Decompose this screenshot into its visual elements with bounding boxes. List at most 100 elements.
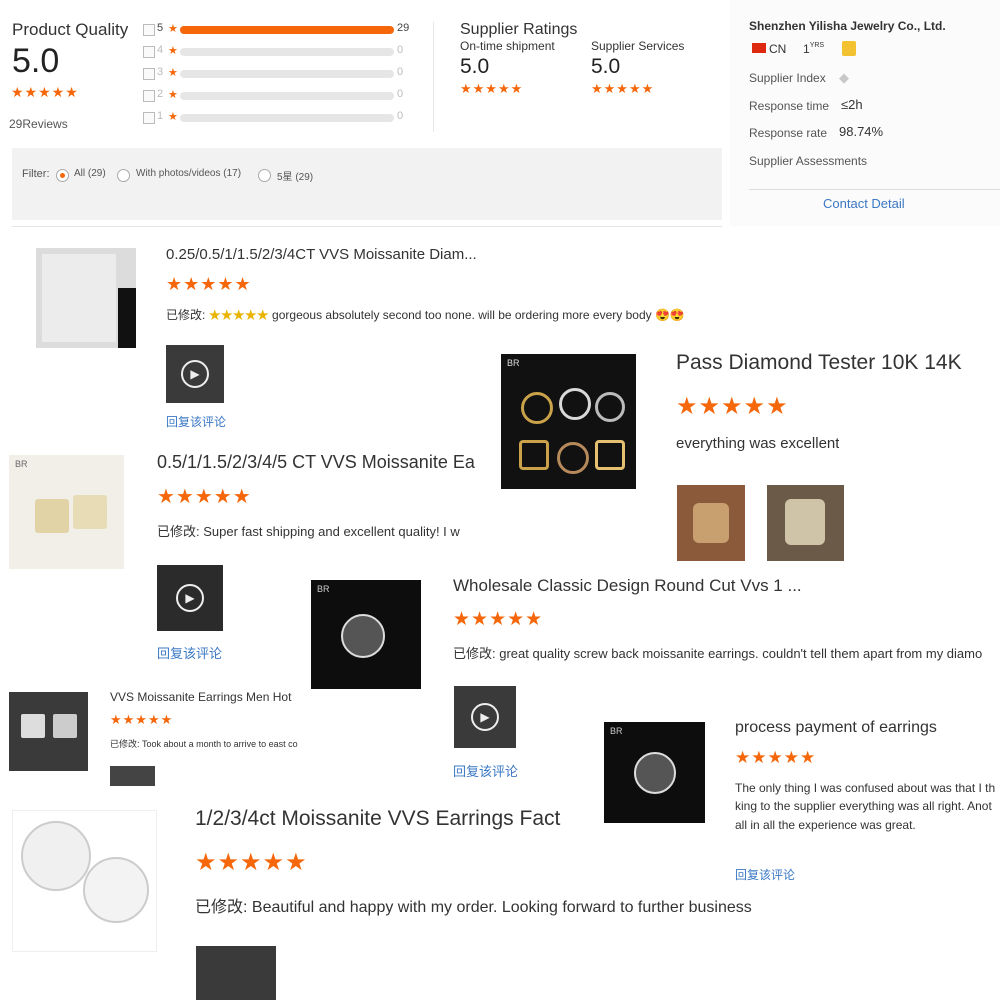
rating-star-label: 4 <box>157 44 164 56</box>
play-icon: ▶ <box>176 584 204 612</box>
review-text: everything was excellent <box>676 435 840 452</box>
response-rate-label: Response rate <box>749 126 828 140</box>
diamond-icon: ◆ <box>839 70 849 85</box>
response-time-value: ≤2h <box>841 97 863 112</box>
country-code: CN <box>769 42 787 56</box>
review-video-thumbnail[interactable]: ▶ <box>166 345 224 403</box>
brand-logo: BR <box>317 584 330 594</box>
rating-count: 0 <box>397 88 404 100</box>
product-thumbnail[interactable]: BR <box>9 455 124 569</box>
filter-all-radio[interactable] <box>56 169 69 182</box>
response-rate-value: 98.74% <box>839 124 884 139</box>
rating-bar <box>180 92 394 100</box>
product-quality-stars: ★★★★★ <box>11 84 79 100</box>
review-text: 已修改: ★★★★★ gorgeous absolutely second to… <box>166 308 685 322</box>
supplier-index-label: Supplier Index <box>749 71 826 85</box>
product-quality-score: 5.0 <box>12 42 60 80</box>
review-video-thumbnail[interactable] <box>110 766 155 786</box>
supplier-ratings-title: Supplier Ratings <box>460 21 578 38</box>
rating-filter-checkbox[interactable] <box>143 46 155 58</box>
review-photo[interactable] <box>767 485 844 561</box>
response-time-label: Response time <box>749 99 830 113</box>
product-thumbnail[interactable]: BR <box>501 354 636 489</box>
supplier-assessments-label[interactable]: Supplier Assessments <box>749 154 867 168</box>
review-text: 已修改: Beautiful and happy with my order. … <box>195 899 752 916</box>
star-icon: ★ <box>168 45 178 57</box>
review-text-line: king to the supplier everything was all … <box>735 799 992 813</box>
review-product-title[interactable]: Pass Diamond Tester 10K 14K <box>676 351 962 375</box>
rating-count: 0 <box>397 66 404 78</box>
review-video-thumbnail[interactable]: ▶ <box>157 565 223 631</box>
filter-label: Filter: <box>22 168 50 180</box>
filter-photos-radio[interactable] <box>117 169 130 182</box>
ontime-shipment-stars: ★★★★★ <box>460 81 524 96</box>
review-photo[interactable] <box>677 485 745 561</box>
rating-star-label: 2 <box>157 88 164 100</box>
product-thumbnail[interactable]: BR <box>604 722 705 823</box>
filter-photos-label[interactable]: With photos/videos (17) <box>136 168 241 179</box>
review-stars: ★★★★★ <box>453 609 544 630</box>
product-quality-title: Product Quality <box>12 20 129 39</box>
product-thumbnail[interactable] <box>9 692 88 771</box>
product-thumbnail[interactable]: BR <box>311 580 421 689</box>
review-product-title[interactable]: 0.5/1/1.5/2/3/4/5 CT VVS Moissanite Ea <box>157 452 479 473</box>
reply-link[interactable]: 回复该评论 <box>453 761 518 780</box>
rating-bar <box>180 114 394 122</box>
review-product-title[interactable]: 1/2/3/4ct Moissanite VVS Earrings Fact <box>195 807 595 831</box>
reviews-count: 29Reviews <box>9 117 68 131</box>
review-text-line: The only thing I was confused about was … <box>735 781 996 795</box>
review-product-title[interactable]: process payment of earrings <box>735 719 937 737</box>
rating-filter-checkbox[interactable] <box>143 112 155 124</box>
rating-filter-checkbox[interactable] <box>143 68 155 80</box>
review-text-line: all in all the experience was great. <box>735 818 916 832</box>
rating-filter-checkbox[interactable] <box>143 24 155 36</box>
rating-count: 29 <box>397 22 410 34</box>
gold-supplier-icon <box>842 41 856 56</box>
product-thumbnail[interactable] <box>12 810 157 952</box>
review-stars: ★★★★★ <box>166 274 252 294</box>
review-product-title[interactable]: Wholesale Classic Design Round Cut Vvs 1… <box>453 576 802 596</box>
review-product-title[interactable]: 0.25/0.5/1/1.5/2/3/4CT VVS Moissanite Di… <box>166 246 722 263</box>
product-thumbnail[interactable] <box>36 248 136 348</box>
ontime-shipment-label: On-time shipment <box>460 39 555 53</box>
divider <box>749 189 1000 190</box>
star-icon: ★ <box>168 89 178 101</box>
filter-bar: Filter: All (29) With photos/videos (17)… <box>12 148 722 220</box>
years-badge: 1YRS <box>803 42 825 56</box>
reply-link[interactable]: 回复该评论 <box>157 643 222 662</box>
supplier-services-score: 5.0 <box>591 55 621 78</box>
review-video-thumbnail[interactable] <box>196 946 276 1000</box>
filter-5star-label[interactable]: 5星 (29) <box>277 168 313 183</box>
play-icon: ▶ <box>471 703 499 731</box>
play-icon: ▶ <box>181 360 209 388</box>
reply-link[interactable]: 回复该评论 <box>166 413 226 430</box>
filter-all-label[interactable]: All (29) <box>74 168 106 179</box>
review-stars: ★★★★★ <box>110 712 174 727</box>
rating-bar <box>180 48 394 56</box>
review-product-title[interactable]: VVS Moissanite Earrings Men Hot <box>110 690 302 704</box>
rating-filter-checkbox[interactable] <box>143 90 155 102</box>
star-icon: ★ <box>168 111 178 123</box>
supplier-name[interactable]: Shenzhen Yilisha Jewelry Co., Ltd. <box>749 19 946 33</box>
brand-logo: BR <box>610 726 623 736</box>
brand-logo: BR <box>15 459 28 469</box>
contact-detail-link[interactable]: Contact Detail <box>823 196 905 211</box>
rating-bar-fill <box>180 26 394 34</box>
rating-bar <box>180 70 394 78</box>
supplier-services-stars: ★★★★★ <box>591 81 655 96</box>
rating-count: 0 <box>397 110 404 122</box>
rating-star-label: 3 <box>157 66 164 78</box>
brand-logo: BR <box>507 358 520 368</box>
supplier-services-label: Supplier Services <box>591 39 685 53</box>
reply-link[interactable]: 回复该评论 <box>735 866 795 883</box>
divider <box>12 226 722 227</box>
review-text: 已修改: Super fast shipping and excellent q… <box>157 524 460 539</box>
filter-5star-radio[interactable] <box>258 169 271 182</box>
review-text: 已修改: Took about a month to arrive to eas… <box>110 739 298 749</box>
cn-flag-icon <box>752 43 766 53</box>
star-icon: ★ <box>168 67 178 79</box>
review-video-thumbnail[interactable]: ▶ <box>454 686 516 748</box>
ontime-shipment-score: 5.0 <box>460 55 490 78</box>
rating-count: 0 <box>397 44 404 56</box>
rating-star-label: 5 <box>157 22 164 34</box>
